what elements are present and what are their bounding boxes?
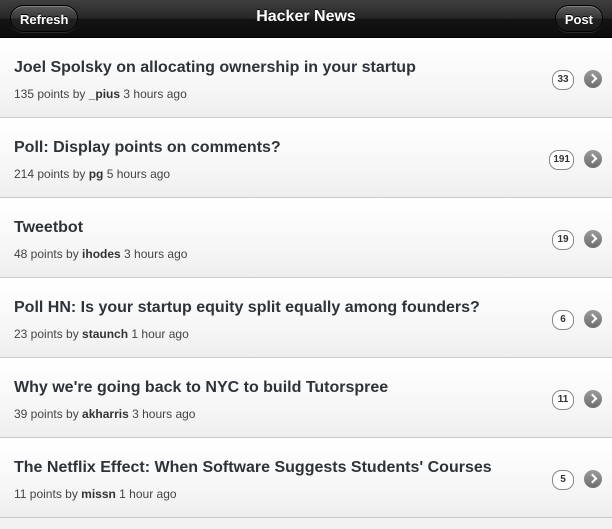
story-meta: 23 points by staunch 1 hour ago [14,327,189,341]
chevron-right-icon[interactable] [584,230,602,248]
story-meta: 135 points by _pius 3 hours ago [14,87,187,101]
story-author[interactable]: _pius [89,87,120,101]
story-age: 3 hours ago [120,87,187,101]
story-list: Joel Spolsky on allocating ownership in … [0,38,612,518]
navigation-bar: Hacker News Refresh Post [0,0,612,38]
comment-count-badge[interactable]: 11 [552,390,574,410]
comment-count-badge[interactable]: 19 [552,230,574,250]
chevron-right-icon[interactable] [584,70,602,88]
page-title: Hacker News [256,8,356,25]
story-age: 3 hours ago [120,247,188,261]
story-points: 48 points by [14,247,83,261]
story-author[interactable]: ihodes [82,247,121,261]
story-meta: 48 points by ihodes 3 hours ago [14,247,187,261]
story-points: 23 points by [14,327,83,341]
story-age: 5 hours ago [103,167,171,181]
comment-count-badge[interactable]: 33 [552,70,574,90]
story-row[interactable]: The Netflix Effect: When Software Sugges… [0,438,612,518]
chevron-right-icon[interactable] [584,150,602,168]
post-button[interactable]: Post [554,5,603,32]
story-points: 135 points by [14,87,89,101]
story-row[interactable]: Joel Spolsky on allocating ownership in … [0,38,612,118]
refresh-button[interactable]: Refresh [10,5,79,32]
story-points: 11 points by [14,487,82,501]
story-title[interactable]: Poll: Display points on comments? [14,139,281,157]
story-row[interactable]: Poll: Display points on comments? 214 po… [0,118,612,198]
story-title[interactable]: Joel Spolsky on allocating ownership in … [14,59,416,77]
story-meta: 11 points by missn 1 hour ago [14,487,177,501]
comment-count-badge[interactable]: 5 [552,470,574,490]
story-title[interactable]: Why we're going back to NYC to build Tut… [14,379,388,397]
story-age: 3 hours ago [128,407,196,421]
story-points: 39 points by [14,407,83,421]
chevron-right-icon[interactable] [584,390,602,408]
story-title[interactable]: The Netflix Effect: When Software Sugges… [14,459,492,477]
story-title[interactable]: Tweetbot [14,219,83,237]
story-author[interactable]: missn [81,487,116,501]
comment-count-badge[interactable]: 6 [552,310,574,330]
story-row[interactable]: Why we're going back to NYC to build Tut… [0,358,612,438]
story-row[interactable]: Poll HN: Is your startup equity split eq… [0,278,612,358]
story-meta: 39 points by akharris 3 hours ago [14,407,195,421]
story-age: 1 hour ago [115,487,177,501]
chevron-right-icon[interactable] [584,470,602,488]
story-age: 1 hour ago [128,327,189,341]
story-row[interactable]: Tweetbot 48 points by ihodes 3 hours ago… [0,198,612,278]
chevron-right-icon[interactable] [584,310,602,328]
comment-count-badge[interactable]: 191 [549,150,574,170]
story-title[interactable]: Poll HN: Is your startup equity split eq… [14,299,480,317]
story-points: 214 points by [14,167,89,181]
story-author[interactable]: akharris [82,407,129,421]
story-author[interactable]: pg [89,167,104,181]
story-meta: 214 points by pg 5 hours ago [14,167,170,181]
story-author[interactable]: staunch [82,327,128,341]
